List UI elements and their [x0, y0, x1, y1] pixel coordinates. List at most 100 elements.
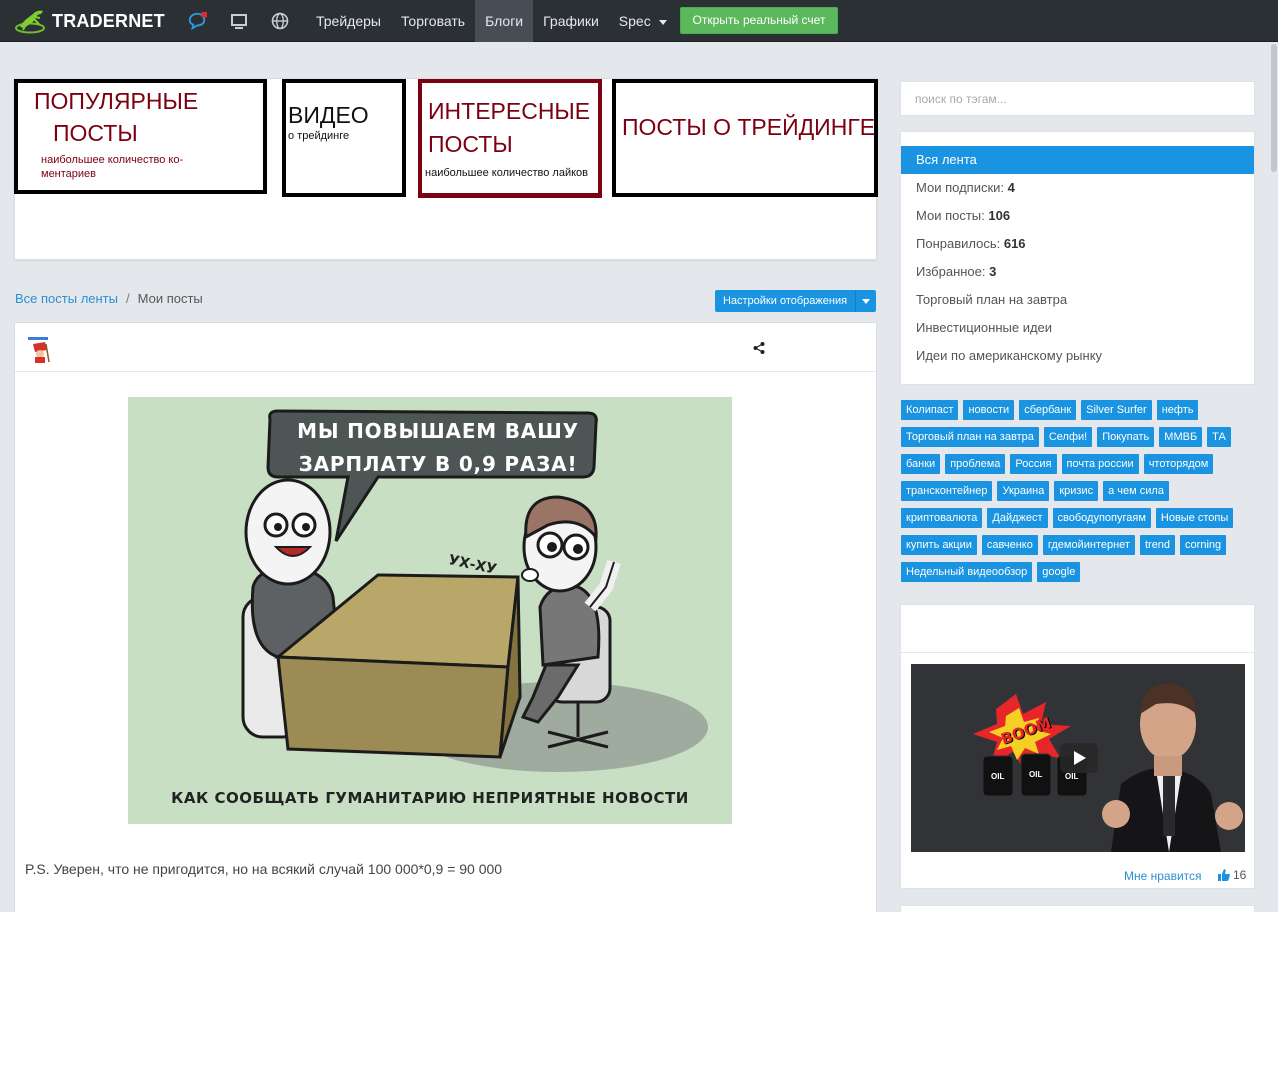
tag[interactable]: трансконтейнер [901, 481, 993, 501]
feed-item-label: Избранное: [916, 264, 990, 279]
tag[interactable]: а чем сила [1103, 481, 1169, 501]
banner-video[interactable]: ВИДЕО о трейдинге [282, 79, 406, 197]
share-icon[interactable] [752, 341, 766, 355]
banner-popular-posts[interactable]: ПОПУЛЯРНЫЕ ПОСТЫ наибольшее количество к… [14, 79, 267, 194]
tag[interactable]: Селфи! [1043, 427, 1093, 447]
feed-item-my-posts[interactable]: Мои посты: 106 [901, 202, 1254, 230]
tag-search-input[interactable] [900, 81, 1255, 116]
nav-item-traders[interactable]: Трейдеры [306, 0, 391, 42]
video-widget: BOOM OIL OIL OIL Мне нравится 16 [900, 604, 1255, 889]
tag[interactable]: Торговый план на завтра [901, 427, 1039, 447]
play-button[interactable] [1060, 743, 1098, 773]
banner-video-subtitle: о трейдинге [288, 130, 350, 142]
avatar[interactable] [26, 336, 52, 364]
tag[interactable]: google [1037, 562, 1081, 582]
tag[interactable]: купить акции [901, 535, 977, 555]
tag[interactable]: ММВБ [1159, 427, 1203, 447]
page-scrollbar[interactable] [1270, 42, 1278, 912]
top-navbar: TRADERNET Трейдеры Торговать Блоги Графи… [0, 0, 1278, 42]
tag[interactable]: свободупопугаям [1052, 508, 1151, 528]
display-settings-label[interactable]: Настройки отображения [715, 290, 856, 312]
feed-item-us-market-ideas[interactable]: Идеи по американскому рынку [901, 342, 1254, 370]
tag-row: криптовалюта Дайджест свободупопугаям Но… [901, 508, 1257, 528]
tag[interactable]: ТА [1207, 427, 1231, 447]
tag[interactable]: проблема [945, 454, 1006, 474]
feed-item-liked[interactable]: Понравилось: 616 [901, 230, 1254, 258]
banner-trading-title: ПОСТЫ О ТРЕЙДИНГЕ [622, 114, 876, 140]
post-header [15, 323, 876, 372]
chevron-down-icon [658, 19, 667, 25]
comic-bubble-line-2: ЗАРПЛАТУ В 0,9 РАЗА! [298, 452, 578, 476]
tag[interactable]: чтоторядом [1143, 454, 1214, 474]
like-link[interactable]: Мне нравится [1124, 869, 1202, 883]
feed-item-label: Вся лента [916, 152, 977, 167]
tag-row: банки проблема Россия почта россии чтото… [901, 454, 1257, 474]
tag[interactable]: нефть [1156, 400, 1199, 420]
tag[interactable]: новости [963, 400, 1015, 420]
post-body-text: P.S. Уверен, что не пригодится, но на вс… [25, 861, 503, 877]
comic-bubble-text: МЫ ПОВЫШАЕМ ВАШУ ЗАРПЛАТУ В 0,9 РАЗА! [268, 415, 608, 481]
open-real-account-button[interactable]: Открыть реальный счет [680, 7, 838, 34]
feed-item-label: Инвестиционные идеи [916, 320, 1053, 335]
chat-icon[interactable] [187, 11, 207, 31]
monitor-icon[interactable] [229, 11, 249, 31]
tag[interactable]: corning [1180, 535, 1227, 555]
post-image[interactable]: МЫ ПОВЫШАЕМ ВАШУ ЗАРПЛАТУ В 0,9 РАЗА! УХ… [128, 397, 732, 824]
tag-cloud: Колипаст новости сбербанк Silver Surfer … [901, 400, 1257, 589]
thumbs-up-icon [1218, 869, 1230, 881]
tag[interactable]: Россия [1010, 454, 1057, 474]
post-card: МЫ ПОВЫШАЕМ ВАШУ ЗАРПЛАТУ В 0,9 РАЗА! УХ… [14, 322, 877, 912]
feed-item-label: Мои посты: [916, 208, 989, 223]
tag[interactable]: Новые стопы [1155, 508, 1234, 528]
banner-popular-title-2: ПОСТЫ [53, 120, 138, 146]
barrel-label: OIL [1065, 772, 1079, 781]
tag[interactable]: савченко [981, 535, 1038, 555]
tag[interactable]: гдемойинтернет [1042, 535, 1135, 555]
feed-item-count: 4 [1007, 180, 1015, 195]
feed-item-investment-ideas[interactable]: Инвестиционные идеи [901, 314, 1254, 342]
feed-item-favorites[interactable]: Избранное: 3 [901, 258, 1254, 286]
page-scrollbar-thumb[interactable] [1271, 44, 1277, 172]
nav-item-charts[interactable]: Графики [533, 0, 609, 42]
globe-icon[interactable] [270, 11, 290, 31]
tag[interactable]: сбербанк [1019, 400, 1077, 420]
feed-menu: Вся лента Мои подписки: 4 Мои посты: 106… [900, 131, 1255, 385]
tag[interactable]: Дайджест [987, 508, 1048, 528]
nav-item-spec[interactable]: Spec [609, 0, 677, 42]
breadcrumb-separator: / [125, 291, 130, 306]
tag-row: Торговый план на завтра Селфи! Покупать … [901, 427, 1257, 447]
tag[interactable]: банки [901, 454, 941, 474]
tag[interactable]: trend [1139, 535, 1176, 555]
barrel-label: OIL [1029, 770, 1043, 779]
tag[interactable]: Украина [997, 481, 1050, 501]
tag-row: трансконтейнер Украина кризис а чем сила [901, 481, 1257, 501]
sidebar-next-panel [900, 905, 1255, 912]
breadcrumb: Все посты ленты / Мои посты [15, 291, 203, 306]
like-counter[interactable]: 16 [1218, 868, 1246, 882]
breadcrumb-all-posts-link[interactable]: Все посты ленты [15, 291, 118, 306]
nav-item-label: Торговать [400, 13, 466, 29]
display-settings-button[interactable]: Настройки отображения [715, 290, 876, 312]
breadcrumb-current: Мои посты [137, 291, 203, 306]
banner-trading-posts[interactable]: ПОСТЫ О ТРЕЙДИНГЕ [612, 79, 878, 197]
banner-video-title: ВИДЕО [288, 102, 369, 128]
nav-item-label: Графики [543, 13, 599, 29]
feed-item-label: Идеи по американскому рынку [916, 348, 1103, 363]
tag[interactable]: кризис [1054, 481, 1099, 501]
banner-interesting-posts[interactable]: ИНТЕРЕСНЫЕ ПОСТЫ наибольшее количество л… [418, 79, 602, 198]
display-settings-dropdown[interactable] [856, 290, 876, 312]
tag-row: Колипаст новости сбербанк Silver Surfer … [901, 400, 1257, 420]
feed-item-subscriptions[interactable]: Мои подписки: 4 [901, 174, 1254, 202]
feed-item-trading-plan[interactable]: Торговый план на завтра [901, 286, 1254, 314]
tag[interactable]: Silver Surfer [1081, 400, 1152, 420]
tag[interactable]: почта россии [1061, 454, 1139, 474]
logo[interactable]: TRADERNET [14, 6, 165, 36]
tag[interactable]: криптовалюта [901, 508, 983, 528]
nav-item-blogs[interactable]: Блоги [475, 0, 534, 42]
feed-item-all[interactable]: Вся лента [901, 146, 1254, 174]
tag[interactable]: Недельный видеообзор [901, 562, 1033, 582]
tag[interactable]: Покупать [1097, 427, 1155, 447]
nav-item-trade[interactable]: Торговать [391, 0, 475, 42]
video-thumbnail[interactable]: BOOM OIL OIL OIL [911, 664, 1245, 852]
tag[interactable]: Колипаст [901, 400, 959, 420]
